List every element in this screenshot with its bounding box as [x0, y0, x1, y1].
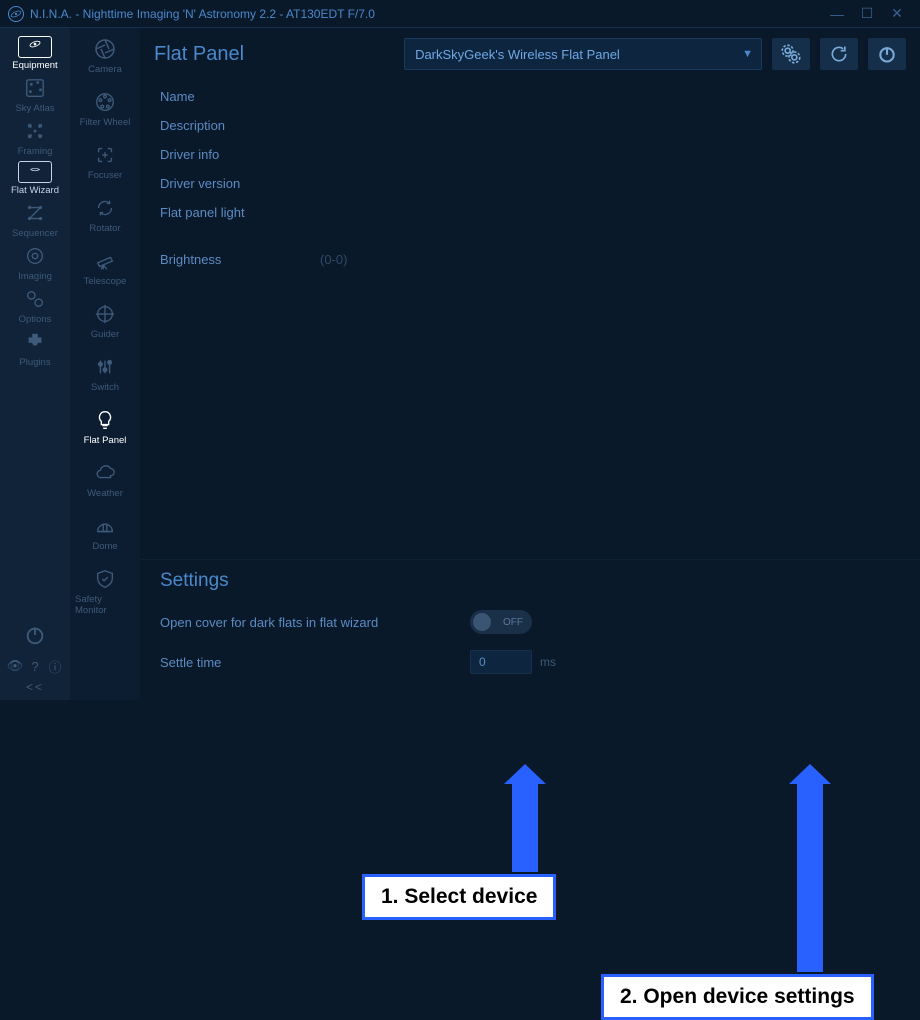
- cloud-icon: [90, 460, 120, 486]
- titlebar: N.I.N.A. - Nighttime Imaging 'N' Astrono…: [0, 0, 920, 28]
- gears-icon: [20, 286, 50, 312]
- equip-telescope[interactable]: Telescope: [75, 246, 135, 289]
- callout-1: 1. Select device: [362, 874, 556, 920]
- guider-icon: [90, 301, 120, 327]
- eye-icon[interactable]: 👁: [7, 658, 23, 674]
- bulb-icon: [90, 407, 120, 433]
- atlas-icon: [20, 75, 50, 101]
- rotator-icon: [90, 195, 120, 221]
- power-button[interactable]: [5, 620, 65, 652]
- sequencer-icon: [20, 200, 50, 226]
- field-driver-version: Driver version: [160, 169, 900, 198]
- focuser-icon: [90, 142, 120, 168]
- refresh-button[interactable]: [820, 38, 858, 70]
- primary-nav: EquipmentSky AtlasFramingFlat WizardSequ…: [0, 28, 70, 700]
- equip-weather[interactable]: Weather: [75, 458, 135, 501]
- callout-2: 2. Open device settings: [601, 974, 874, 1020]
- power-icon: [877, 44, 897, 64]
- nav-sequencer[interactable]: Sequencer: [5, 198, 65, 241]
- aperture-icon: [90, 36, 120, 62]
- device-selector[interactable]: DarkSkyGeek's Wireless Flat Panel ▼: [404, 38, 762, 70]
- flatwizard-icon: [18, 161, 52, 183]
- open-cover-label: Open cover for dark flats in flat wizard: [160, 615, 470, 630]
- settle-time-label: Settle time: [160, 655, 470, 670]
- settle-time-input[interactable]: 0: [470, 650, 532, 674]
- shield-icon: [90, 566, 120, 592]
- nav-imaging[interactable]: Imaging: [5, 241, 65, 284]
- minimize-button[interactable]: —: [822, 6, 852, 22]
- nav-sky-atlas[interactable]: Sky Atlas: [5, 73, 65, 116]
- equip-guider[interactable]: Guider: [75, 299, 135, 342]
- connect-button[interactable]: [868, 38, 906, 70]
- arrow-2: [797, 782, 823, 972]
- equip-filter-wheel[interactable]: Filter Wheel: [75, 87, 135, 130]
- nav-framing[interactable]: Framing: [5, 116, 65, 159]
- brightness-label: Brightness: [160, 252, 320, 267]
- device-selected-label: DarkSkyGeek's Wireless Flat Panel: [415, 47, 620, 62]
- open-cover-toggle[interactable]: OFF: [470, 610, 532, 634]
- equip-rotator[interactable]: Rotator: [75, 193, 135, 236]
- maximize-button[interactable]: ☐: [852, 5, 882, 22]
- plugin-icon: [20, 329, 50, 355]
- settings-title: Settings: [160, 570, 900, 592]
- field-driver-info: Driver info: [160, 140, 900, 169]
- nav-options[interactable]: Options: [5, 284, 65, 327]
- nav-equipment[interactable]: Equipment: [5, 34, 65, 73]
- brightness-hint: (0-0): [320, 252, 347, 267]
- app-icon: [8, 6, 24, 22]
- device-settings-button[interactable]: [772, 38, 810, 70]
- equip-safety-monitor[interactable]: Safety Monitor: [75, 564, 135, 618]
- gear-icon: [781, 44, 801, 64]
- equipment-nav: Camera Filter Wheel Focuser Rotator Telescop…: [70, 28, 140, 700]
- info-icon[interactable]: ⓘ: [47, 658, 63, 674]
- close-button[interactable]: ✕: [882, 5, 912, 22]
- settle-time-unit: ms: [540, 655, 556, 669]
- equip-dome[interactable]: Dome: [75, 511, 135, 554]
- framing-icon: [20, 118, 50, 144]
- equip-switch[interactable]: Switch: [75, 352, 135, 395]
- chevron-down-icon: ▼: [742, 48, 753, 60]
- equip-camera[interactable]: Camera: [75, 34, 135, 77]
- nav-flat-wizard[interactable]: Flat Wizard: [5, 159, 65, 198]
- imaging-icon: [20, 243, 50, 269]
- equip-flat-panel[interactable]: Flat Panel: [75, 405, 135, 448]
- equip-focuser[interactable]: Focuser: [75, 140, 135, 183]
- refresh-icon: [829, 44, 849, 64]
- equipment-icon: [18, 36, 52, 58]
- collapse-button[interactable]: <<: [26, 680, 44, 694]
- help-icon[interactable]: ?: [27, 658, 43, 674]
- arrow-1: [512, 782, 538, 872]
- page-title: Flat Panel: [154, 43, 244, 66]
- field-name: Name: [160, 82, 900, 111]
- wheel-icon: [90, 89, 120, 115]
- field-flat-panel-light: Flat panel light: [160, 198, 900, 227]
- dome-icon: [90, 513, 120, 539]
- nav-plugins[interactable]: Plugins: [5, 327, 65, 370]
- brightness-row: Brightness (0-0): [160, 245, 900, 274]
- field-description: Description: [160, 111, 900, 140]
- window-title: N.I.N.A. - Nighttime Imaging 'N' Astrono…: [30, 7, 822, 21]
- telescope-icon: [90, 248, 120, 274]
- switch-icon: [90, 354, 120, 380]
- main-panel: Flat Panel DarkSkyGeek's Wireless Flat P…: [140, 28, 920, 700]
